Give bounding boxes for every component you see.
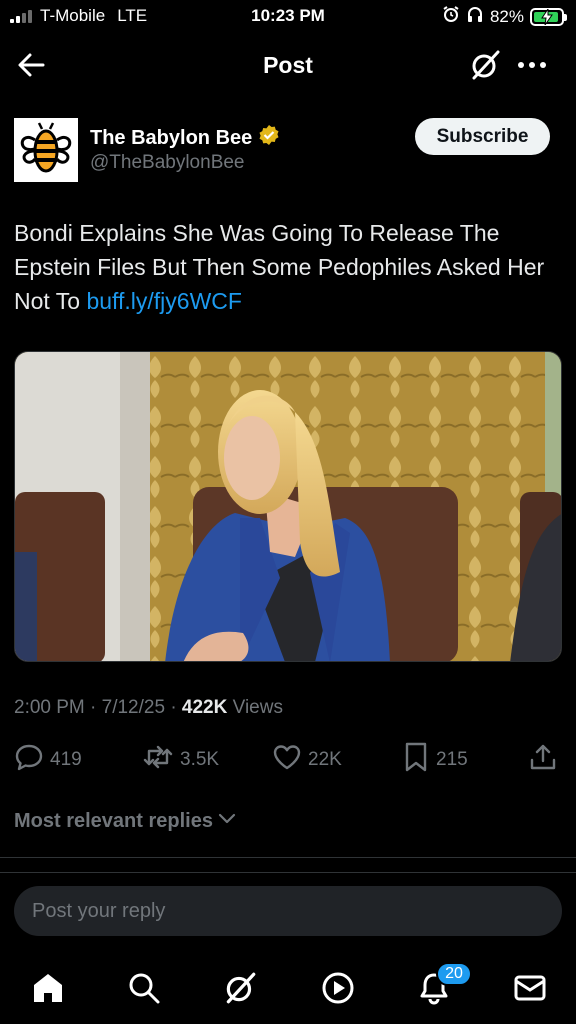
timestamp: 2:00 PM · 7/12/25 ·	[14, 697, 182, 718]
repost-count: 3.5K	[180, 749, 220, 770]
repost-button[interactable]: 3.5K	[142, 740, 219, 780]
heart-icon	[272, 742, 302, 778]
headphones-icon	[466, 5, 484, 28]
grok-nav-icon[interactable]	[220, 968, 260, 1008]
photo-woman-in-blue-blazer	[15, 352, 561, 661]
repost-icon	[142, 742, 174, 778]
reply-count: 419	[50, 749, 82, 770]
battery-percent: 82%	[489, 6, 524, 26]
author-handle[interactable]: @TheBabylonBee	[90, 152, 245, 174]
bookmark-count: 215	[436, 749, 468, 770]
replies-sort-dropdown[interactable]: Most relevant replies	[14, 808, 237, 834]
divider	[0, 857, 576, 858]
notification-count-badge: 20	[436, 962, 472, 986]
grok-icon[interactable]	[468, 48, 502, 87]
tweet-link[interactable]: buff.ly/fjy6WCF	[86, 288, 242, 314]
tweet-photo[interactable]	[14, 351, 562, 662]
divider	[0, 872, 576, 873]
share-button[interactable]	[528, 740, 558, 780]
messages-envelope-icon[interactable]	[510, 968, 550, 1008]
action-bar: 419 3.5K 22K 215	[0, 740, 576, 780]
like-count: 22K	[308, 749, 342, 770]
top-bar: Post	[0, 40, 576, 90]
like-button[interactable]: 22K	[272, 740, 342, 780]
replies-sort-label: Most relevant replies	[14, 809, 213, 832]
author-name[interactable]: The Babylon Bee	[90, 124, 280, 152]
chevron-down-icon	[217, 808, 237, 834]
reply-input[interactable]	[14, 886, 562, 936]
share-icon	[528, 742, 558, 778]
video-play-icon[interactable]	[318, 968, 358, 1008]
bookmark-icon	[402, 741, 430, 779]
tweet-text: Bondi Explains She Was Going To Release …	[14, 216, 554, 318]
home-icon[interactable]	[28, 968, 68, 1008]
bottom-nav	[0, 960, 576, 1016]
search-icon[interactable]	[124, 968, 164, 1008]
avatar[interactable]	[14, 118, 78, 182]
babylon-bee-logo	[14, 118, 78, 182]
tweet-meta: 2:00 PM · 7/12/25 · 422K Views	[14, 697, 283, 719]
more-options-icon[interactable]	[516, 50, 548, 85]
reply-button[interactable]: 419	[14, 740, 82, 780]
status-bar: T-Mobile LTE 10:23 PM 82%	[0, 0, 576, 34]
bookmark-button[interactable]: 215	[402, 740, 468, 780]
reply-icon	[14, 742, 44, 778]
views-count: 422K	[181, 697, 228, 718]
battery-charging-icon	[530, 7, 567, 26]
views-label: Views	[227, 697, 283, 718]
verified-badge-icon	[258, 124, 280, 152]
alarm-icon	[442, 5, 460, 28]
subscribe-button[interactable]: Subscribe	[415, 118, 550, 155]
author-name-text: The Babylon Bee	[90, 126, 253, 149]
